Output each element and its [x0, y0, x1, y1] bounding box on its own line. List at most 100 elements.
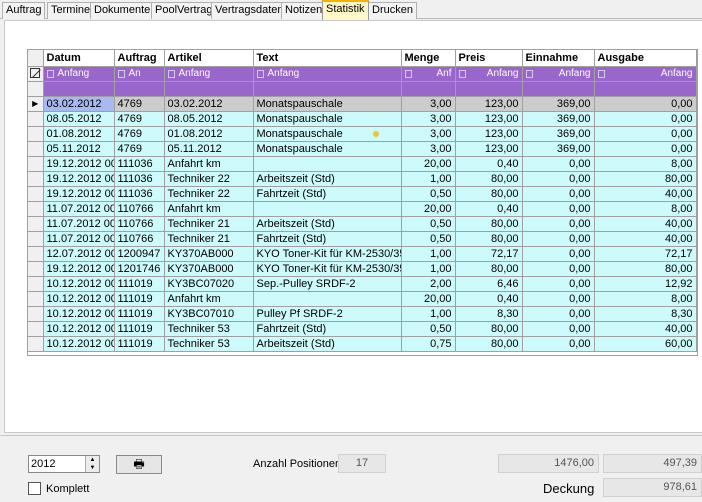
- cell-menge[interactable]: 20,00: [401, 291, 456, 307]
- column-header-menge[interactable]: Menge: [401, 50, 456, 67]
- cell-menge[interactable]: 20,00: [401, 156, 456, 172]
- row-indicator[interactable]: [28, 201, 44, 217]
- cell-einnahme[interactable]: 0,00: [522, 231, 595, 247]
- cell-ausgabe[interactable]: 40,00: [594, 186, 697, 202]
- cell-ausgabe[interactable]: 0,00: [594, 96, 697, 112]
- cell-text[interactable]: Arbeitszeit (Std): [253, 216, 402, 232]
- spin-down-icon[interactable]: ▼: [86, 464, 99, 472]
- cell-artikel[interactable]: Anfahrt km: [164, 201, 254, 217]
- cell-menge[interactable]: 1,00: [401, 306, 456, 322]
- row-indicator[interactable]: [28, 231, 44, 247]
- cell-datum[interactable]: 10.12.2012 00: [43, 291, 115, 307]
- table-row[interactable]: 11.07.2012 00 110766 Anfahrt km 20,00 0,40 0,…: [28, 201, 697, 217]
- row-indicator[interactable]: [28, 171, 44, 187]
- cell-auftrag[interactable]: 111036: [114, 156, 165, 172]
- cell-ausgabe[interactable]: 8,30: [594, 306, 697, 322]
- table-row[interactable]: 19.12.2012 00 111036 Techniker 22 Arbeitsze…: [28, 171, 697, 187]
- cell-artikel[interactable]: 05.11.2012: [164, 141, 254, 157]
- table-row[interactable]: 08.05.2012 4769 08.05.2012 Monatspauschale 3…: [28, 111, 697, 127]
- tab-termine[interactable]: Termine: [47, 2, 95, 19]
- cell-datum[interactable]: 19.12.2012 00: [43, 156, 115, 172]
- cell-artikel[interactable]: Techniker 53: [164, 321, 254, 337]
- cell-preis[interactable]: 80,00: [455, 261, 523, 277]
- table-row[interactable]: 19.12.2012 00 111036 Techniker 22 Fahrtzeit…: [28, 186, 697, 202]
- filter-ausgabe[interactable]: Anfang: [594, 66, 697, 82]
- cell-auftrag[interactable]: 111019: [114, 291, 165, 307]
- cell-preis[interactable]: 80,00: [455, 231, 523, 247]
- cell-datum[interactable]: 19.12.2012 00: [43, 186, 115, 202]
- cell-ausgabe[interactable]: 8,00: [594, 156, 697, 172]
- row-indicator[interactable]: [28, 261, 44, 277]
- cell-artikel[interactable]: 01.08.2012: [164, 126, 254, 142]
- table-row[interactable]: 10.12.2012 00 111019 Anfahrt km 20,00 0,40 0,…: [28, 291, 697, 307]
- cell-ausgabe[interactable]: 0,00: [594, 126, 697, 142]
- table-row[interactable]: 11.07.2012 00 110766 Techniker 21 Fahrtzeit…: [28, 231, 697, 247]
- cell-artikel[interactable]: KY3BC07010: [164, 306, 254, 322]
- cell-einnahme[interactable]: 0,00: [522, 171, 595, 187]
- cell-einnahme[interactable]: 0,00: [522, 261, 595, 277]
- tab-poolvertrag[interactable]: PoolVertrag: [151, 2, 217, 19]
- cell-text[interactable]: [253, 291, 402, 307]
- cell-artikel[interactable]: Techniker 22: [164, 171, 254, 187]
- cell-ausgabe[interactable]: 0,00: [594, 111, 697, 127]
- cell-einnahme[interactable]: 0,00: [522, 246, 595, 262]
- cell-text[interactable]: Monatspauschale: [253, 141, 402, 157]
- cell-auftrag[interactable]: 4769: [114, 96, 165, 112]
- cell-preis[interactable]: 123,00: [455, 111, 523, 127]
- cell-artikel[interactable]: KY370AB000: [164, 261, 254, 277]
- print-button[interactable]: 🖶: [116, 455, 162, 474]
- cell-menge[interactable]: 0,50: [401, 231, 456, 247]
- filter-einnahme[interactable]: Anfang: [522, 66, 595, 82]
- cell-artikel[interactable]: Techniker 21: [164, 216, 254, 232]
- cell-datum[interactable]: 10.12.2012 00: [43, 336, 115, 352]
- cell-auftrag[interactable]: 111036: [114, 171, 165, 187]
- cell-auftrag[interactable]: 110766: [114, 231, 165, 247]
- row-indicator[interactable]: [28, 306, 44, 322]
- spin-up-icon[interactable]: ▲: [86, 456, 99, 464]
- cell-menge[interactable]: 3,00: [401, 96, 456, 112]
- cell-datum[interactable]: 19.12.2012 00: [43, 261, 115, 277]
- cell-einnahme[interactable]: 0,00: [522, 306, 595, 322]
- table-row[interactable]: 10.12.2012 00 111019 Techniker 53 Fahrtzeit…: [28, 321, 697, 337]
- cell-text[interactable]: Monatspauschale: [253, 111, 402, 127]
- cell-datum[interactable]: 19.12.2012 00: [43, 171, 115, 187]
- cell-preis[interactable]: 0,40: [455, 201, 523, 217]
- cell-ausgabe[interactable]: 60,00: [594, 336, 697, 352]
- cell-menge[interactable]: 3,00: [401, 141, 456, 157]
- cell-einnahme[interactable]: 369,00: [522, 111, 595, 127]
- column-header-ausgabe[interactable]: Ausgabe: [594, 50, 697, 67]
- cell-auftrag[interactable]: 110766: [114, 216, 165, 232]
- cell-auftrag[interactable]: 111019: [114, 276, 165, 292]
- cell-auftrag[interactable]: 4769: [114, 141, 165, 157]
- cell-auftrag[interactable]: 1200947: [114, 246, 165, 262]
- cell-menge[interactable]: 3,00: [401, 111, 456, 127]
- cell-datum[interactable]: 10.12.2012 00: [43, 276, 115, 292]
- cell-datum[interactable]: 11.07.2012 00: [43, 231, 115, 247]
- cell-datum[interactable]: 11.07.2012 00: [43, 201, 115, 217]
- cell-datum[interactable]: 11.07.2012 00: [43, 216, 115, 232]
- cell-artikel[interactable]: Anfahrt km: [164, 156, 254, 172]
- cell-einnahme[interactable]: 0,00: [522, 156, 595, 172]
- cell-text[interactable]: Monatspauschale: [253, 126, 402, 142]
- tab-notizen[interactable]: Notizen: [281, 2, 327, 19]
- tab-auftrag[interactable]: Auftrag: [2, 2, 46, 19]
- cell-ausgabe[interactable]: 72,17: [594, 246, 697, 262]
- cell-text[interactable]: Arbeitszeit (Std): [253, 171, 402, 187]
- cell-auftrag[interactable]: 111019: [114, 336, 165, 352]
- row-indicator[interactable]: [28, 141, 44, 157]
- cell-menge[interactable]: 20,00: [401, 201, 456, 217]
- row-indicator[interactable]: [28, 336, 44, 352]
- cell-einnahme[interactable]: 369,00: [522, 126, 595, 142]
- cell-text[interactable]: Fahrtzeit (Std): [253, 186, 402, 202]
- cell-einnahme[interactable]: 0,00: [522, 201, 595, 217]
- cell-datum[interactable]: 01.08.2012: [43, 126, 115, 142]
- filter-menge[interactable]: Anf: [401, 66, 456, 82]
- row-indicator[interactable]: [28, 186, 44, 202]
- cell-datum[interactable]: 03.02.2012: [43, 96, 115, 112]
- cell-preis[interactable]: 0,40: [455, 291, 523, 307]
- cell-menge[interactable]: 0,50: [401, 216, 456, 232]
- cell-text[interactable]: Pulley Pf SRDF-2: [253, 306, 402, 322]
- cell-auftrag[interactable]: 4769: [114, 126, 165, 142]
- cell-text[interactable]: KYO Toner-Kit für KM-2530/35: [253, 261, 402, 277]
- cell-einnahme[interactable]: 0,00: [522, 291, 595, 307]
